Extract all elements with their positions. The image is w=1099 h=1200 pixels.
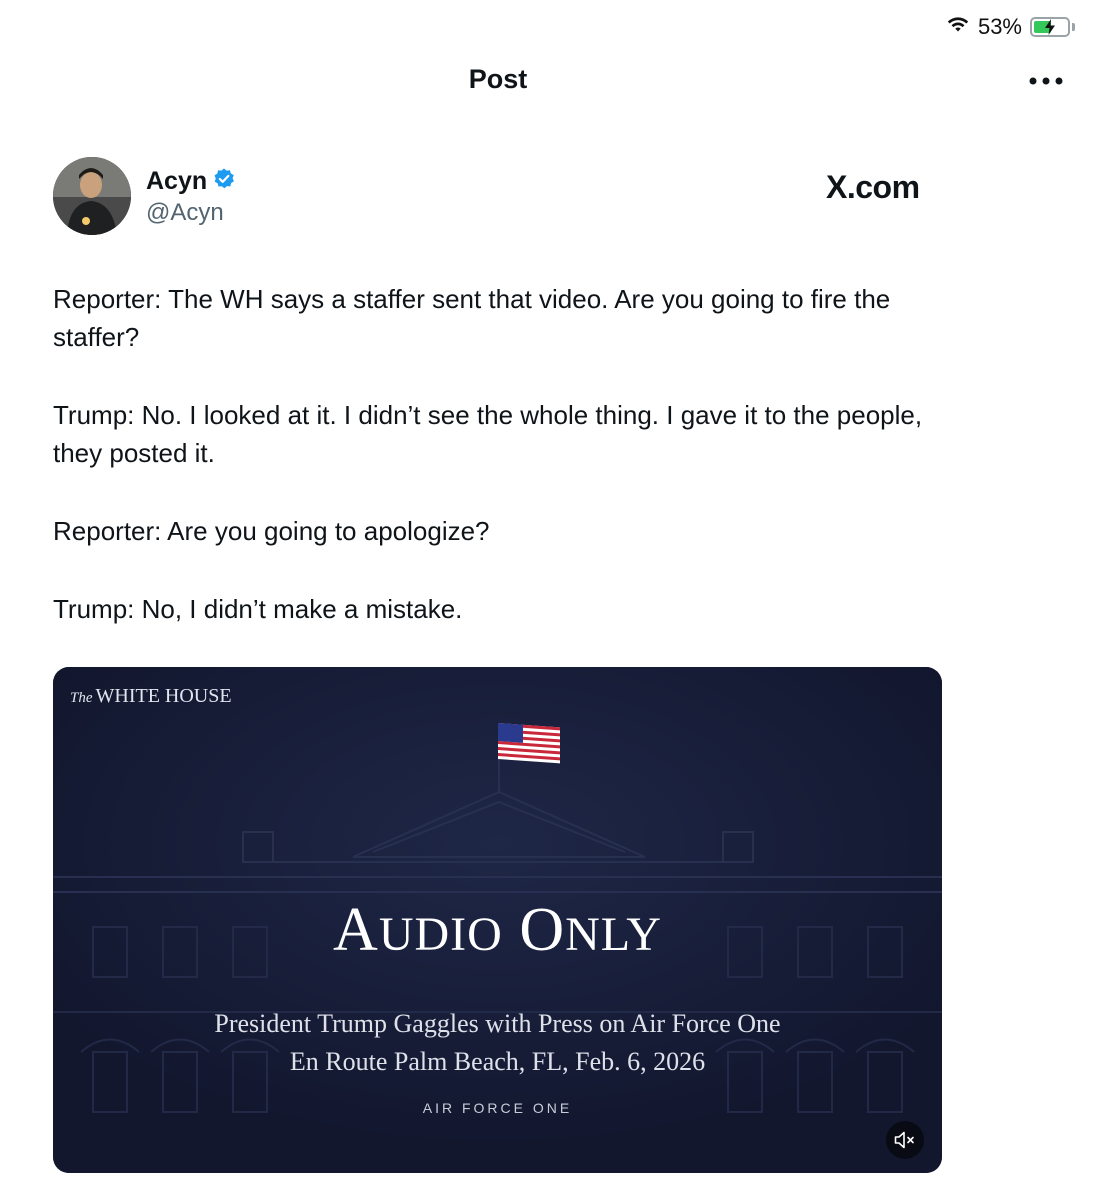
mute-toggle-button[interactable] bbox=[886, 1121, 924, 1159]
post-paragraph: Reporter: Are you going to apologize? bbox=[53, 516, 490, 546]
wifi-icon bbox=[946, 14, 970, 40]
video-subtitle-line-1: President Trump Gaggles with Press on Ai… bbox=[214, 1009, 781, 1038]
white-house-logo: The WHITE HOUSE bbox=[70, 685, 232, 707]
more-options-button[interactable] bbox=[1024, 66, 1068, 96]
battery-tip bbox=[1072, 23, 1075, 31]
status-bar: 53% bbox=[946, 12, 1075, 42]
video-caption: AIR FORCE ONE bbox=[422, 1100, 573, 1116]
video-player[interactable]: The WHITE HOUSE AUDIO ONLY President Trum… bbox=[53, 667, 942, 1173]
battery-percent: 53% bbox=[977, 14, 1022, 39]
charging-bolt-icon bbox=[1032, 19, 1068, 35]
page-title: Post bbox=[468, 64, 528, 94]
author-name[interactable]: Acyn bbox=[146, 167, 207, 196]
author-name-row[interactable]: Acyn bbox=[146, 167, 235, 196]
speaker-muted-icon bbox=[894, 1131, 914, 1149]
video-subtitle-line-2: En Route Palm Beach, FL, Feb. 6, 2026 bbox=[289, 1047, 706, 1076]
audio-only-title: AUDIO ONLY bbox=[333, 896, 662, 964]
post-paragraph: Trump: No, I didn’t make a mistake. bbox=[53, 594, 463, 624]
post-paragraph: Trump: No. I looked at it. I didn’t see … bbox=[53, 400, 923, 468]
site-watermark: X.com bbox=[826, 169, 920, 205]
post-text: Reporter: The WH says a staffer sent tha… bbox=[53, 280, 933, 668]
avatar[interactable] bbox=[53, 157, 131, 235]
post-paragraph: Reporter: The WH says a staffer sent tha… bbox=[53, 284, 891, 352]
author-handle[interactable]: @Acyn bbox=[146, 199, 224, 227]
battery-charging-icon bbox=[1030, 17, 1070, 37]
verified-badge-icon bbox=[213, 168, 235, 195]
avatar-image bbox=[53, 157, 131, 235]
more-horizontal-icon bbox=[1029, 77, 1063, 85]
us-flag-icon bbox=[498, 723, 560, 770]
